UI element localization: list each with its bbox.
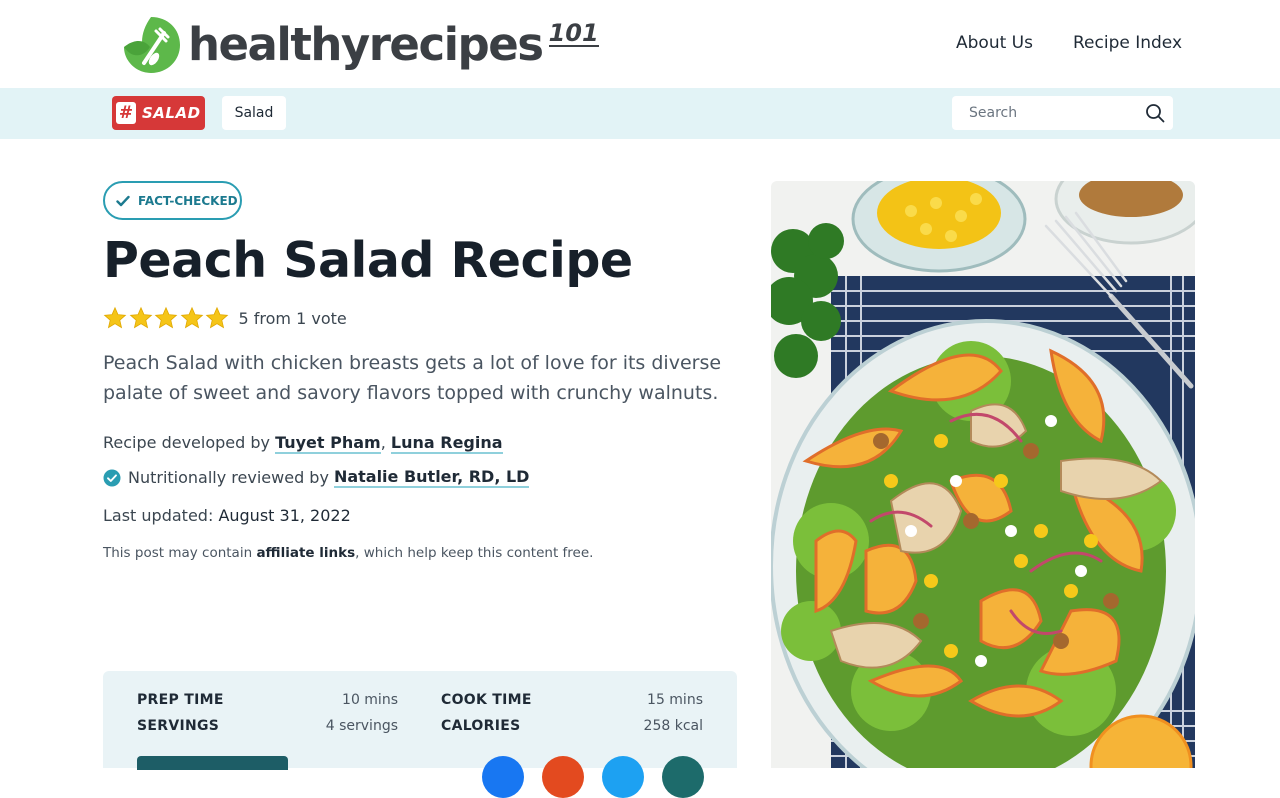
rating-summary: 5 from 1 vote [238, 308, 347, 328]
recipe-developed-by: Recipe developed by Tuyet Pham, Luna Reg… [103, 433, 503, 454]
reviewed-by-label: Nutritionally reviewed by [128, 468, 329, 487]
page-title: Peach Salad Recipe [103, 232, 633, 289]
affiliate-disclosure: This post may contain affiliate links, w… [103, 545, 593, 561]
logo-wordmark: healthyrecipes [188, 17, 544, 71]
pinterest-share-icon[interactable] [542, 756, 584, 798]
affiliate-prefix: This post may contain [103, 545, 253, 561]
verified-check-icon [103, 469, 121, 486]
reviewer-link[interactable]: Natalie Butler, RD, LD [333, 467, 530, 488]
category-bar: # SALAD Salad [0, 88, 1280, 139]
prep-time-label: PREP TIME [137, 692, 224, 708]
star-icon[interactable] [103, 306, 127, 330]
star-icon[interactable] [154, 306, 178, 330]
prep-time-value: 10 mins [342, 692, 398, 708]
affiliate-links-link[interactable]: affiliate links [256, 545, 355, 561]
author-separator: , [380, 433, 386, 452]
site-header: healthyrecipes 101 About Us Recipe Index [0, 0, 1280, 88]
fact-checked-badge[interactable]: FACT-CHECKED [103, 181, 242, 220]
search-box [952, 96, 1173, 130]
nav-about-us[interactable]: About Us [956, 33, 1033, 53]
author-link-tuyet-pham[interactable]: Tuyet Pham [275, 433, 381, 454]
checkmark-icon [116, 195, 130, 206]
twitter-share-icon[interactable] [602, 756, 644, 798]
cook-time-value: 15 mins [647, 692, 703, 708]
site-logo[interactable]: healthyrecipes 101 [120, 12, 599, 76]
servings-value: 4 servings [325, 718, 398, 734]
fact-checked-label: FACT-CHECKED [138, 193, 238, 208]
peach-salad-photo [771, 181, 1195, 768]
nutrition-reviewed-by: Nutritionally reviewed by Natalie Butler… [103, 467, 530, 488]
search-icon[interactable] [1145, 103, 1165, 123]
star-icon[interactable] [180, 306, 204, 330]
cook-time-label: COOK TIME [441, 692, 532, 708]
servings-label: SERVINGS [137, 718, 220, 734]
star-rating[interactable]: 5 from 1 vote [103, 306, 347, 330]
author-link-luna-regina[interactable]: Luna Regina [390, 433, 503, 454]
star-icon[interactable] [129, 306, 153, 330]
email-share-icon[interactable] [662, 756, 704, 798]
last-updated: Last updated: August 31, 2022 [103, 506, 351, 525]
recipe-description: Peach Salad with chicken breasts gets a … [103, 352, 722, 404]
nav-recipe-index[interactable]: Recipe Index [1073, 33, 1182, 53]
developed-by-label: Recipe developed by [103, 433, 270, 452]
star-icon[interactable] [205, 306, 229, 330]
calories-label: CALORIES [441, 718, 521, 734]
logo-leaf-icon [124, 17, 180, 73]
search-input[interactable] [952, 105, 1132, 121]
facebook-share-icon[interactable] [482, 756, 524, 798]
salad-tag-badge[interactable]: # SALAD [112, 96, 205, 130]
category-chip-salad[interactable]: Salad [222, 96, 286, 130]
hash-icon: # [116, 102, 136, 124]
recipe-meta-card: PREP TIME 10 mins COOK TIME 15 mins SERV… [103, 671, 737, 798]
tag-label: SALAD [142, 104, 201, 122]
last-updated-date: August 31, 2022 [218, 506, 351, 525]
calories-value: 258 kcal [643, 718, 703, 734]
logo-superscript: 101 [548, 19, 599, 47]
affiliate-suffix: , which help keep this content free. [355, 545, 594, 561]
last-updated-label: Last updated: [103, 506, 214, 525]
